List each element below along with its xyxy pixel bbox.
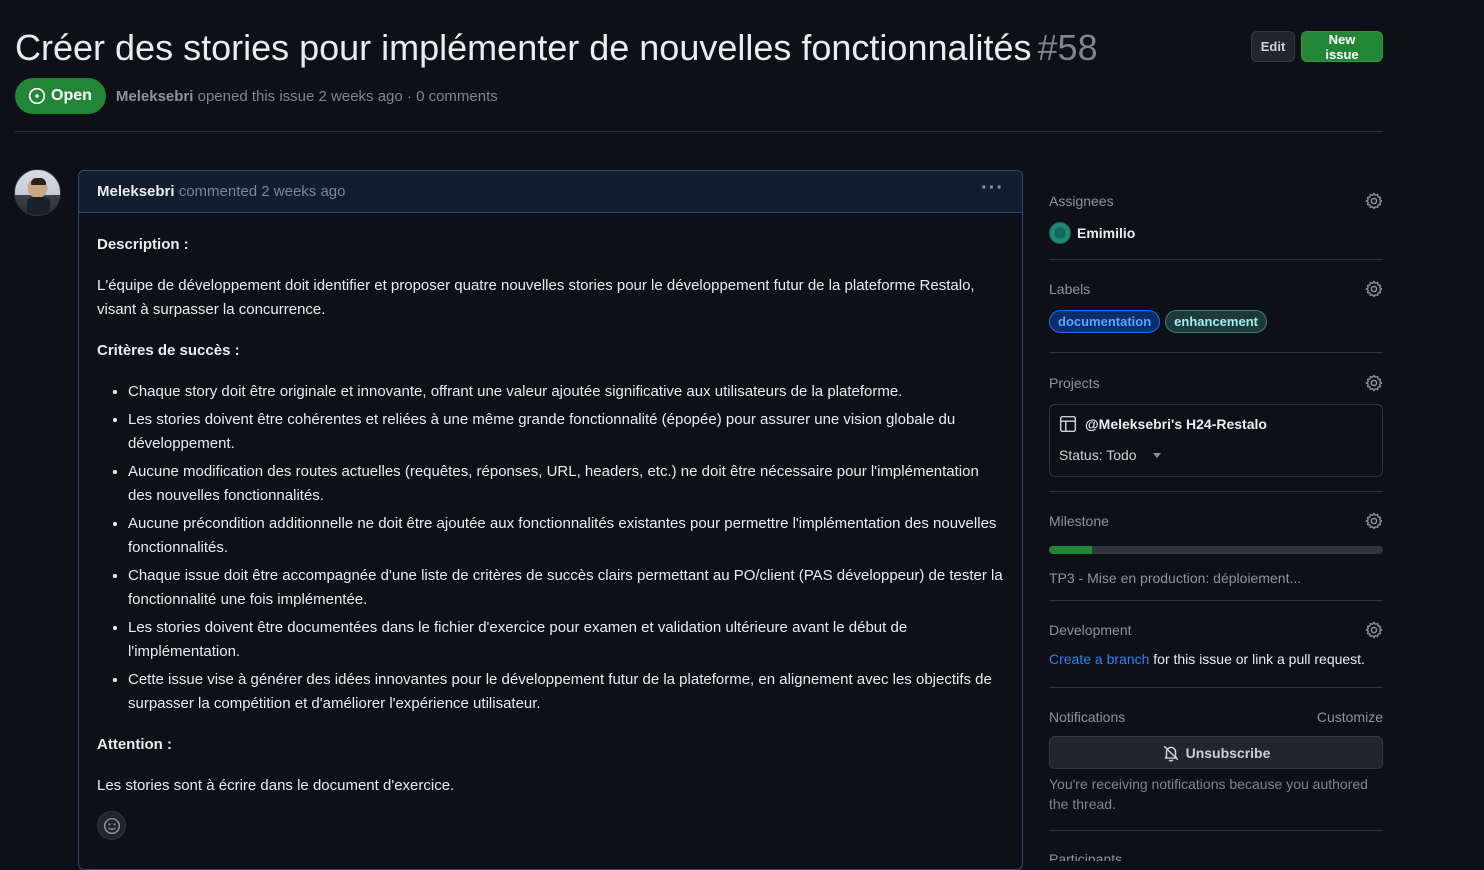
unsubscribe-button[interactable]: Unsubscribe (1049, 736, 1383, 769)
header-actions: Edit New issue (1251, 31, 1383, 62)
project-status-dropdown[interactable]: Status: Todo (1059, 447, 1373, 463)
project-name: @Meleksebri's H24-Restalo (1085, 416, 1267, 432)
assignee-avatar (1049, 222, 1071, 244)
description-heading: Description : (97, 236, 189, 253)
notifications-section: Notifications Customize Unsubscribe You'… (1049, 688, 1383, 831)
list-item: Aucune précondition additionnelle ne doi… (128, 512, 1004, 560)
status-label: Open (51, 87, 92, 104)
comment-author-link[interactable]: Meleksebri (97, 183, 175, 200)
description-text: L'équipe de développement doit identifie… (97, 277, 975, 318)
gear-icon[interactable] (1365, 192, 1383, 210)
unsubscribe-label: Unsubscribe (1185, 744, 1271, 761)
milestone-name-link[interactable]: TP3 - Mise en production: déploiement... (1049, 570, 1383, 586)
milestone-title: Milestone (1049, 513, 1109, 529)
edit-button[interactable]: Edit (1251, 31, 1295, 62)
smiley-icon (103, 817, 121, 835)
attention-text: Les stories sont à écrire dans le docume… (97, 777, 455, 794)
participants-title: Participants (1049, 851, 1123, 861)
criteria-heading: Critères de succès : (97, 342, 240, 359)
customize-link[interactable]: Customize (1317, 709, 1383, 725)
list-item: Chaque story doit être originale et inno… (128, 380, 1004, 404)
assignee-name: Emimilio (1077, 225, 1136, 241)
list-item: Chaque issue doit être accompagnée d'une… (128, 564, 1004, 612)
issue-opened-text: opened this issue 2 weeks ago · 0 commen… (197, 87, 498, 105)
create-branch-link[interactable]: Create a branch (1049, 651, 1149, 667)
gear-icon[interactable] (1365, 512, 1383, 530)
notifications-title: Notifications (1049, 709, 1126, 725)
list-item: Les stories doivent être cohérentes et r… (128, 408, 1004, 456)
list-item: Les stories doivent être documentées dan… (128, 616, 1004, 664)
gear-icon[interactable] (1365, 280, 1383, 298)
criteria-list: Chaque story doit être originale et inno… (97, 380, 1004, 716)
issue-number: #58 (1037, 27, 1098, 68)
labels-section: Labels documentation enhancement (1049, 260, 1383, 353)
attention-heading: Attention : (97, 736, 172, 753)
development-section: Development Create a branch for this iss… (1049, 601, 1383, 688)
gear-icon[interactable] (1365, 621, 1383, 639)
issue-header: Créer des stories pour implémenter de no… (15, 24, 1383, 114)
issue-meta: Open Meleksebri opened this issue 2 week… (15, 78, 1383, 114)
milestone-progress-fill (1049, 546, 1093, 554)
project-status-label: Status: Todo (1059, 447, 1137, 463)
assignees-section: Assignees Emimilio (1049, 170, 1383, 260)
chevron-down-icon (1152, 452, 1161, 458)
issue-title: Créer des stories pour implémenter de no… (15, 24, 1098, 72)
table-icon (1059, 415, 1077, 433)
assignees-title: Assignees (1049, 193, 1114, 209)
development-text: Create a branch for this issue or link a… (1049, 651, 1383, 667)
issue-meta-text: Meleksebri opened this issue 2 weeks ago… (116, 88, 498, 105)
bell-slash-icon (1162, 744, 1180, 762)
label-documentation[interactable]: documentation (1049, 310, 1161, 333)
projects-section: Projects @Meleksebri's H24-Restalo Statu… (1049, 353, 1383, 492)
sidebar: Assignees Emimilio Labels documentation … (1049, 170, 1383, 861)
new-issue-button[interactable]: New issue (1301, 31, 1383, 62)
projects-title: Projects (1049, 375, 1100, 391)
add-reaction-button[interactable] (97, 811, 126, 840)
comment-body: Description : L'équipe de développement … (79, 213, 1022, 798)
issue-title-text: Créer des stories pour implémenter de no… (15, 27, 1032, 68)
issue-opened-icon (28, 87, 46, 105)
list-item: Cette issue vise à générer des idées inn… (128, 668, 1004, 716)
avatar-hair (31, 178, 46, 185)
header-divider (15, 131, 1383, 132)
project-card[interactable]: @Meleksebri's H24-Restalo Status: Todo (1049, 404, 1383, 477)
development-rest-text: for this issue or link a pull request. (1149, 651, 1365, 667)
avatar-body (27, 197, 50, 215)
avatar[interactable] (14, 169, 61, 216)
kebab-menu-icon[interactable]: ··· (981, 178, 1004, 201)
comment-header: Meleksebri commented 2 weeks ago ··· (79, 171, 1022, 213)
milestone-progress-bar (1049, 546, 1383, 554)
development-title: Development (1049, 622, 1132, 638)
labels-title: Labels (1049, 281, 1091, 297)
assignee-item[interactable]: Emimilio (1049, 222, 1383, 244)
list-item: Aucune modification des routes actuelles… (128, 460, 1004, 508)
comment-author-line: Meleksebri commented 2 weeks ago (97, 183, 345, 200)
notifications-note: You're receiving notifications because y… (1049, 776, 1368, 812)
comment-timestamp[interactable]: commented 2 weeks ago (179, 183, 346, 200)
comment-box: Meleksebri commented 2 weeks ago ··· Des… (78, 170, 1023, 870)
issue-author-link[interactable]: Meleksebri (116, 88, 194, 105)
milestone-section: Milestone TP3 - Mise en production: dépl… (1049, 492, 1383, 601)
status-badge: Open (15, 78, 106, 114)
gear-icon[interactable] (1365, 374, 1383, 392)
label-enhancement[interactable]: enhancement (1165, 310, 1267, 333)
